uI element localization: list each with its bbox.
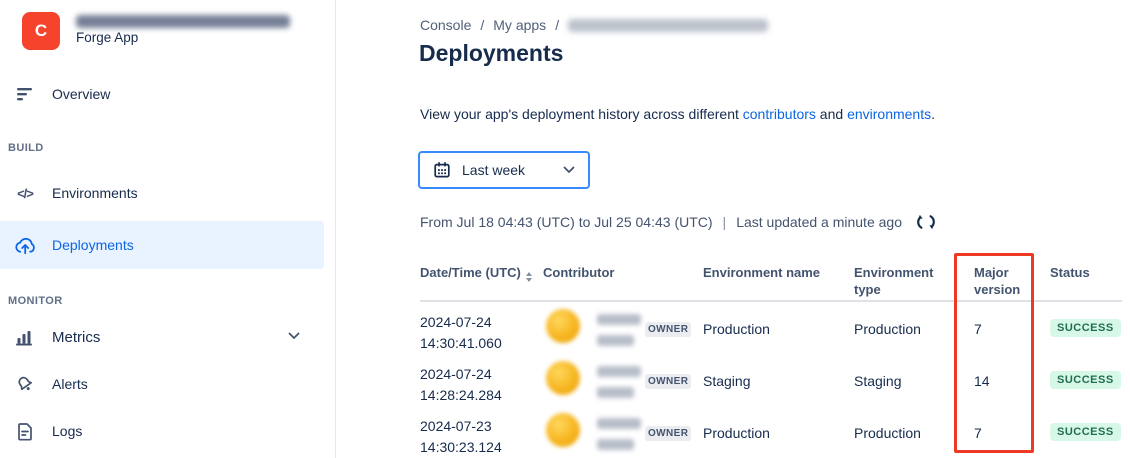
status-badge: SUCCESS (1050, 371, 1121, 389)
column-header-contributor: Contributor (543, 265, 615, 280)
sidebar-item-overview[interactable]: Overview (0, 72, 324, 116)
sidebar-item-label: Alerts (52, 376, 88, 392)
sidebar-item-label: Logs (52, 423, 83, 439)
avatar (546, 413, 580, 447)
environment-type-cell: Production (854, 425, 921, 441)
contributor-name-redacted (597, 418, 641, 429)
sidebar-item-label: Deployments (52, 237, 134, 253)
table-row: 2024-07-24 14:28:24.284 OWNER Staging St… (420, 360, 1122, 412)
sidebar-item-environments[interactable]: </> Environments (0, 171, 324, 215)
table-header-divider (420, 300, 1122, 302)
table-row: 2024-07-24 14:30:41.060 OWNER Production… (420, 308, 1122, 360)
calendar-icon (433, 161, 451, 179)
app-logo: C (22, 12, 60, 50)
environment-name-cell: Staging (703, 373, 751, 389)
column-header-environment-type: Environment type (854, 265, 934, 297)
sidebar-item-label: Metrics (52, 328, 101, 346)
sidebar-section-monitor: MONITOR (8, 295, 63, 307)
status-bar: From Jul 18 04:43 (UTC) to Jul 25 04:43 … (420, 212, 936, 232)
table-row: 2024-07-23 14:30:23.124 OWNER Production… (420, 412, 1122, 458)
contributors-link[interactable]: contributors (743, 106, 816, 122)
overview-icon (13, 86, 37, 102)
environment-name-cell: Production (703, 321, 770, 337)
app-type-label: Forge App (76, 30, 139, 45)
last-updated-text: Last updated a minute ago (736, 214, 902, 230)
sidebar-item-logs[interactable]: Logs (0, 409, 324, 453)
sidebar-section-build: BUILD (8, 142, 44, 154)
page-description: View your app's deployment history acros… (420, 106, 935, 122)
environments-link[interactable]: environments (847, 106, 931, 122)
contributor-name-redacted (597, 366, 641, 377)
column-header-environment-name: Environment name (703, 265, 821, 280)
major-version-cell: 7 (974, 425, 982, 441)
description-text: View your app's deployment history acros… (420, 106, 743, 122)
date-value: 2024-07-24 (420, 366, 492, 382)
document-icon (13, 422, 37, 441)
avatar (546, 361, 580, 395)
sidebar-item-deployments[interactable]: Deployments (0, 221, 324, 269)
environment-type-cell: Staging (854, 373, 902, 389)
contributor-name-redacted (597, 314, 641, 325)
date-value: 2024-07-24 (420, 314, 492, 330)
column-header-major-version: Major version (974, 265, 1021, 297)
sidebar-item-label: Overview (52, 86, 111, 102)
status-bar-separator: | (722, 214, 727, 230)
datetime-cell: 2024-07-24 14:30:41.060 (420, 312, 502, 354)
time-value: 14:30:41.060 (420, 335, 502, 351)
breadcrumb-separator: / (480, 17, 485, 33)
sidebar-item-alerts[interactable]: Alerts (0, 362, 324, 406)
column-header-datetime[interactable]: Date/Time (UTC) (420, 264, 532, 282)
chevron-down-icon (563, 166, 575, 174)
bar-chart-icon (13, 329, 37, 346)
status-badge: SUCCESS (1050, 423, 1121, 441)
description-text: . (931, 106, 935, 122)
datetime-cell: 2024-07-23 14:30:23.124 (420, 416, 502, 458)
sort-icon[interactable] (525, 272, 532, 282)
breadcrumb-app-name-redacted (568, 18, 769, 32)
date-range-text: From Jul 18 04:43 (UTC) to Jul 25 04:43 … (420, 214, 713, 230)
environment-type-cell: Production (854, 321, 921, 337)
refresh-icon[interactable] (916, 212, 936, 232)
date-range-value: Last week (462, 162, 526, 178)
forge-console-screen: C Forge App Overview BUILD </> Environme… (0, 0, 1130, 458)
time-value: 14:28:24.284 (420, 387, 502, 403)
column-header-status: Status (1050, 265, 1090, 280)
owner-badge: OWNER (645, 374, 692, 389)
page-title: Deployments (419, 40, 564, 66)
sidebar-item-metrics[interactable]: Metrics (0, 315, 324, 359)
owner-badge: OWNER (645, 426, 692, 441)
major-version-cell: 7 (974, 321, 982, 337)
time-value: 14:30:23.124 (420, 439, 502, 455)
environment-name-cell: Production (703, 425, 770, 441)
breadcrumb-separator: / (555, 17, 560, 33)
contributor-name-redacted (597, 387, 634, 398)
cloud-deploy-icon (13, 236, 37, 255)
breadcrumb-console[interactable]: Console (420, 17, 471, 33)
description-text: and (815, 106, 848, 122)
avatar (546, 309, 580, 343)
column-header-label: Date/Time (UTC) (420, 265, 521, 280)
status-badge: SUCCESS (1050, 319, 1121, 337)
app-name-redacted (76, 15, 290, 28)
datetime-cell: 2024-07-24 14:28:24.284 (420, 364, 502, 406)
breadcrumb: Console / My apps / (420, 17, 769, 33)
date-range-dropdown[interactable]: Last week (418, 151, 590, 189)
contributor-name-redacted (597, 335, 634, 346)
contributor-name-redacted (597, 439, 634, 450)
sidebar: C Forge App Overview BUILD </> Environme… (0, 0, 336, 458)
alert-bell-icon (13, 374, 37, 394)
sidebar-item-label: Environments (52, 185, 138, 201)
major-version-cell: 14 (974, 373, 990, 389)
breadcrumb-my-apps[interactable]: My apps (493, 17, 546, 33)
date-value: 2024-07-23 (420, 418, 492, 434)
owner-badge: OWNER (645, 322, 692, 337)
chevron-down-icon[interactable] (288, 332, 300, 340)
code-icon: </> (17, 185, 34, 201)
